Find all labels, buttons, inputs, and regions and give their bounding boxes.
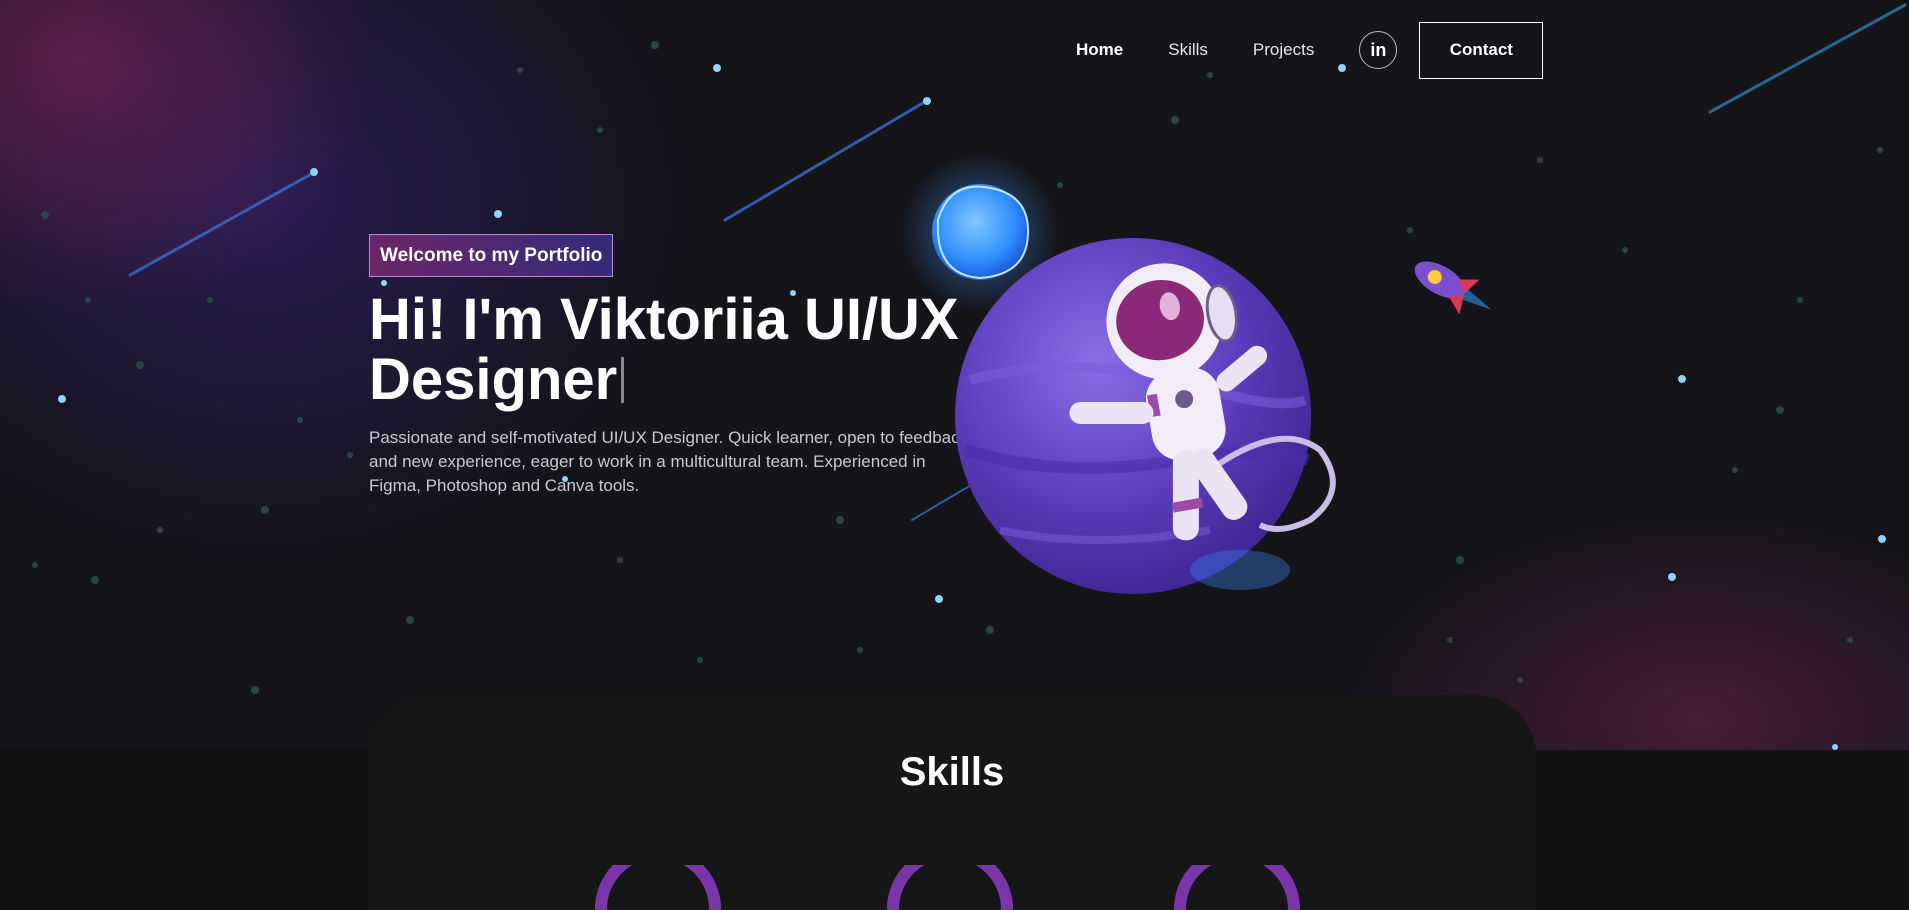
skill-gauge (595, 865, 721, 910)
star (713, 64, 721, 72)
welcome-tag: Welcome to my Portfolio (369, 234, 614, 277)
shooting-star (1708, 3, 1907, 114)
nav-skills[interactable]: Skills (1168, 40, 1208, 60)
skill-gauge (1174, 865, 1300, 910)
shooting-star (128, 170, 317, 277)
star (494, 210, 502, 218)
star (58, 395, 66, 403)
rocket (1414, 261, 1492, 315)
typing-caret (621, 357, 625, 403)
top-navigation: Home Skills Projects in Contact (1076, 21, 1544, 79)
nav-projects[interactable]: Projects (1253, 40, 1314, 60)
star (1678, 375, 1686, 383)
skill-gauge (887, 865, 1013, 910)
planet-shadow (1190, 550, 1290, 590)
contact-button[interactable]: Contact (1419, 21, 1544, 79)
nav-home[interactable]: Home (1076, 40, 1123, 60)
astronaut-illustration (900, 152, 1492, 594)
linkedin-icon[interactable]: in (1359, 31, 1398, 69)
star (1668, 573, 1676, 581)
skills-title: Skills (899, 750, 1005, 794)
star (381, 280, 387, 286)
headline-line-2: Designer (369, 347, 618, 412)
headline-line-1: Hi! I'm Viktoriia UI/UX (369, 287, 959, 352)
star (1878, 535, 1886, 543)
shooting-star-head (310, 168, 318, 176)
hero-description: Passionate and self-motivated UI/UX Desi… (369, 428, 969, 495)
shooting-star-head (923, 97, 931, 105)
